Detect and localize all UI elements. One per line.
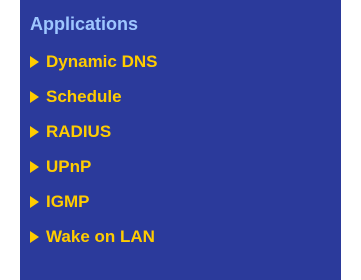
arrow-right-icon xyxy=(30,125,39,138)
menu-item-dynamic-dns[interactable]: Dynamic DNS xyxy=(30,44,341,79)
arrow-right-icon xyxy=(30,55,39,68)
menu-list: Dynamic DNS Schedule RADIUS UPnP IGMP Wa… xyxy=(30,44,341,254)
menu-item-label[interactable]: Schedule xyxy=(46,87,122,107)
arrow-right-icon xyxy=(30,90,39,103)
arrow-right-icon xyxy=(30,160,39,173)
menu-item-label[interactable]: Dynamic DNS xyxy=(46,52,157,72)
applications-menu-panel: Applications Dynamic DNS Schedule RADIUS… xyxy=(20,0,341,280)
menu-item-label[interactable]: UPnP xyxy=(46,157,91,177)
menu-item-wake-on-lan[interactable]: Wake on LAN xyxy=(30,219,341,254)
menu-heading: Applications xyxy=(30,14,139,34)
arrow-right-icon xyxy=(30,230,39,243)
menu-item-label[interactable]: IGMP xyxy=(46,192,89,212)
menu-item-radius[interactable]: RADIUS xyxy=(30,114,341,149)
menu-item-igmp[interactable]: IGMP xyxy=(30,184,341,219)
menu-item-label[interactable]: RADIUS xyxy=(46,122,111,142)
menu-item-label[interactable]: Wake on LAN xyxy=(46,227,155,247)
arrow-right-icon xyxy=(30,195,39,208)
menu-item-upnp[interactable]: UPnP xyxy=(30,149,341,184)
menu-item-schedule[interactable]: Schedule xyxy=(30,79,341,114)
